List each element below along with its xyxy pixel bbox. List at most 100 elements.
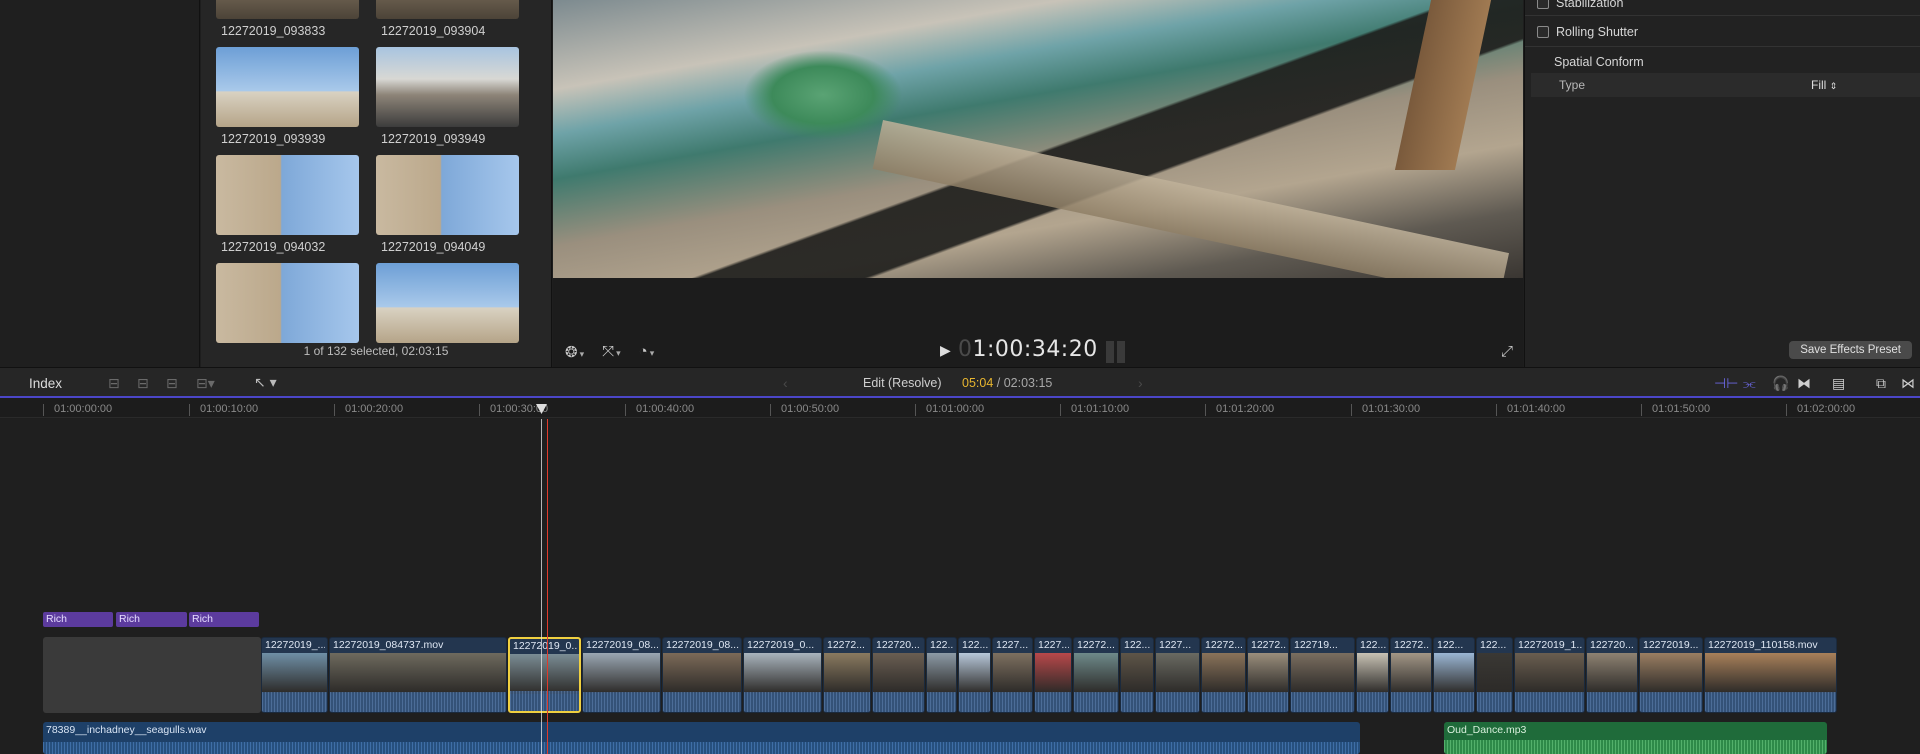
clip-appearance-icon[interactable]: ▤ xyxy=(1832,375,1845,392)
browser-clip-thumbnail[interactable]: 12272019_093939 xyxy=(216,47,359,146)
clip-filmstrip xyxy=(1640,653,1702,693)
thumbnail-image xyxy=(216,155,359,235)
clip-filmstrip xyxy=(927,653,956,693)
speed-icon[interactable]: ◔ ▾ xyxy=(639,343,655,360)
audio-clip-name: Oud_Dance.mp3 xyxy=(1447,724,1527,736)
video-clip[interactable]: 122... xyxy=(1476,637,1513,713)
rolling-shutter-row[interactable]: Rolling Shutter xyxy=(1537,25,1638,39)
video-clip[interactable]: 12272019_08... xyxy=(582,637,661,713)
browser-clip-thumbnail[interactable] xyxy=(216,263,359,348)
select-tool-icon[interactable]: ↖ ▾ xyxy=(254,374,277,391)
snapping-icon[interactable]: ⧓ xyxy=(1797,375,1811,392)
browser-clip-thumbnail[interactable]: 12272019_093833 xyxy=(216,0,359,38)
video-clip[interactable]: 122... xyxy=(1433,637,1475,713)
title-clip[interactable]: Rich xyxy=(189,612,259,627)
ruler-tick-label: 01:00:50:00 xyxy=(770,404,839,416)
view-options-icon[interactable]: ❂ ▾ xyxy=(565,343,584,361)
video-clip[interactable]: 12272019_0... xyxy=(743,637,822,713)
browser-clip-thumbnail[interactable]: 12272019_093904 xyxy=(376,0,519,38)
browser-clip-thumbnail[interactable] xyxy=(376,263,519,348)
video-clip[interactable]: 12272019_0... xyxy=(508,637,581,713)
video-clip[interactable]: 12272019_... xyxy=(261,637,328,713)
clip-filmstrip xyxy=(1515,653,1584,693)
video-clip[interactable]: 12272... xyxy=(823,637,871,713)
save-effects-preset-button[interactable]: Save Effects Preset xyxy=(1789,341,1912,359)
video-clip[interactable]: 12272019_084737.mov xyxy=(329,637,507,713)
clip-name: 12272... xyxy=(827,639,865,651)
clip-name: 12272019_0... xyxy=(747,639,815,651)
clip-waveform xyxy=(330,692,506,712)
video-clip[interactable]: 12272019... xyxy=(1639,637,1703,713)
clip-name: 1227... xyxy=(1159,639,1192,651)
video-clip[interactable]: 12272... xyxy=(1073,637,1119,713)
stabilization-row[interactable]: Stabilization xyxy=(1537,0,1623,10)
overwrite-clip-icon[interactable]: ⊟▾ xyxy=(196,375,215,392)
append-clip-icon[interactable]: ⊟ xyxy=(166,375,178,392)
browser-clip-thumbnail[interactable]: 12272019_094032 xyxy=(216,155,359,254)
audio-clip-seagulls[interactable]: 78389__inchadney__seagulls.wav xyxy=(43,722,1360,754)
thumbnail-image xyxy=(376,263,519,343)
clip-name: 12272019_0... xyxy=(513,640,577,652)
type-row[interactable]: Type Fill ⇕ xyxy=(1531,73,1920,97)
clip-waveform xyxy=(993,692,1032,712)
clip-name: 122719... xyxy=(1294,639,1338,651)
viewer-video-frame xyxy=(553,0,1523,278)
media-browser: 12272019_093833 12272019_093904 12272019_0… xyxy=(201,0,552,367)
spatial-conform-header: Spatial Conform xyxy=(1554,55,1644,69)
video-clip[interactable]: 1227... xyxy=(992,637,1033,713)
video-clip[interactable]: 122... xyxy=(1120,637,1154,713)
clip-name: 12272... xyxy=(1251,639,1286,651)
video-clip[interactable]: 12272... xyxy=(1390,637,1432,713)
rolling-shutter-checkbox[interactable] xyxy=(1537,26,1549,38)
transitions-browser-icon[interactable]: ⋈ xyxy=(1901,375,1915,392)
forward-arrow-icon[interactable]: › xyxy=(1138,375,1143,391)
playhead[interactable] xyxy=(541,419,542,754)
back-arrow-icon[interactable]: ‹ xyxy=(783,375,788,391)
video-clip[interactable]: 12272019_1... xyxy=(1514,637,1585,713)
insert-clip-icon[interactable]: ⊟ xyxy=(137,375,149,392)
title-clip[interactable]: Rich xyxy=(43,612,113,627)
index-button[interactable]: Index xyxy=(29,376,62,391)
video-clip[interactable]: 122... xyxy=(958,637,991,713)
thumbnail-label: 12272019_093833 xyxy=(221,24,326,38)
video-skimming-icon[interactable]: ⊣⊢ xyxy=(1714,375,1738,392)
audio-skimming-icon[interactable]: ⫘ xyxy=(1743,375,1756,392)
video-clip[interactable]: 122719... xyxy=(1290,637,1355,713)
browser-clip-thumbnail[interactable]: 12272019_094049 xyxy=(376,155,519,254)
timeline-ruler[interactable]: 01:00:00:00 01:00:10:00 01:00:20:00 01:00:3… xyxy=(0,398,1920,418)
stabilization-checkbox[interactable] xyxy=(1537,0,1549,9)
video-clip[interactable]: 12272... xyxy=(1247,637,1289,713)
clip-waveform xyxy=(583,692,660,712)
browser-selection-status: 1 of 132 selected, 02:03:15 xyxy=(303,344,449,358)
transform-tool-icon[interactable]: ⤧ ▾ xyxy=(602,343,621,360)
video-clip[interactable]: 12272019_08... xyxy=(662,637,742,713)
effects-browser-icon[interactable]: ⧉ xyxy=(1876,375,1886,392)
timecode-display[interactable]: 01:00:34:20 xyxy=(958,337,1098,362)
clip-waveform xyxy=(1587,692,1637,712)
play-button[interactable]: ▶ xyxy=(940,342,951,359)
thumbnail-label: 12272019_093904 xyxy=(381,24,486,38)
clip-waveform xyxy=(1035,692,1071,712)
gap-clip[interactable] xyxy=(43,637,261,713)
clip-name: 12272019... xyxy=(1643,639,1699,651)
browser-clip-thumbnail[interactable]: 12272019_093949 xyxy=(376,47,519,146)
timeline[interactable]: Rich Rich Rich 12272019_... 12272019_084737… xyxy=(0,419,1920,754)
video-clip[interactable]: 1227... xyxy=(1155,637,1200,713)
clip-name: 122... xyxy=(1124,639,1151,651)
video-clip[interactable]: 122... xyxy=(1356,637,1389,713)
video-clip[interactable]: 1227... xyxy=(1034,637,1072,713)
audio-clip-oud-dance[interactable]: Oud_Dance.mp3 xyxy=(1444,722,1827,754)
clip-filmstrip xyxy=(824,653,870,693)
fullscreen-icon[interactable]: ⤢ xyxy=(1501,343,1513,360)
video-clip[interactable]: 122... xyxy=(926,637,957,713)
title-clip[interactable]: Rich xyxy=(116,612,187,627)
video-clip[interactable]: 12272019_110158.mov xyxy=(1704,637,1837,713)
headphones-icon[interactable]: 🎧 xyxy=(1772,375,1789,392)
video-clip[interactable]: 122720... xyxy=(1586,637,1638,713)
post-detail xyxy=(1394,0,1492,170)
video-clip[interactable]: 122720... xyxy=(872,637,925,713)
video-clip[interactable]: 12272... xyxy=(1201,637,1246,713)
clip-name: 12272019_08... xyxy=(666,639,739,651)
type-popup[interactable]: Fill ⇕ xyxy=(1811,78,1837,92)
connect-clip-icon[interactable]: ⊟ xyxy=(108,375,120,392)
